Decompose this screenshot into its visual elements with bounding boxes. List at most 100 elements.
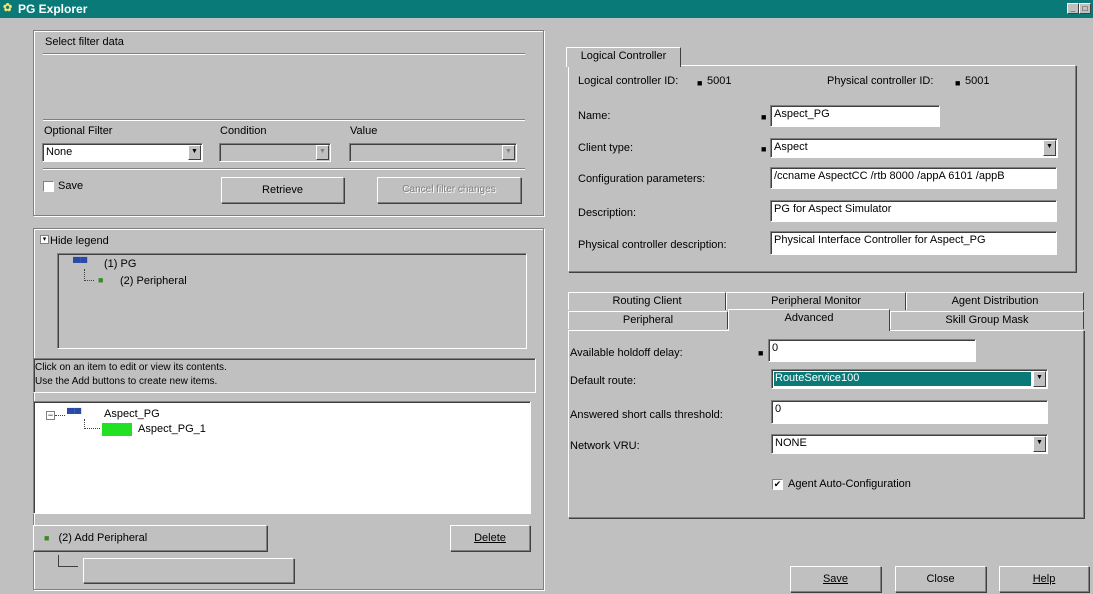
tab-peripheral-monitor[interactable]: Peripheral Monitor <box>726 292 906 310</box>
add-child-button[interactable] <box>83 558 294 583</box>
tree-connector <box>84 419 100 429</box>
chevron-down-icon[interactable]: ▼ <box>1033 371 1046 387</box>
tab-label: Logical Controller <box>580 50 667 62</box>
default-route-value: RouteService100 <box>775 372 860 384</box>
retrieve-button[interactable]: Retrieve <box>221 177 344 203</box>
hide-legend-toggle[interactable]: Hide legend <box>50 235 109 247</box>
tab-label: Skill Group Mask <box>945 314 1029 326</box>
short-calls-field[interactable]: 0 <box>771 400 1048 424</box>
app-icon: ✿ <box>3 2 13 14</box>
legend-item-peripheral: (2) Peripheral <box>120 275 187 287</box>
tab-advanced[interactable]: Advanced <box>728 309 890 331</box>
peripheral-icon <box>102 423 132 436</box>
required-marker-icon: ■ <box>761 112 767 122</box>
name-value: Aspect_PG <box>774 108 830 120</box>
tab-peripheral[interactable]: Peripheral <box>568 311 728 329</box>
save-filter-label: Save <box>58 180 84 192</box>
delete-label: Delete <box>474 532 506 544</box>
tab-routing-client[interactable]: Routing Client <box>568 292 726 310</box>
help-button[interactable]: Help <box>999 566 1089 592</box>
pg-icon: ▀▀ <box>67 409 82 420</box>
tree-connector <box>55 415 65 416</box>
required-marker-icon: ■ <box>761 144 767 154</box>
config-value: /ccname AspectCC /rtb 8000 /appA 6101 /a… <box>774 170 1005 182</box>
chevron-down-icon[interactable]: ▼ <box>316 145 329 160</box>
delete-button[interactable]: Delete <box>450 525 530 551</box>
description-label: Description: <box>578 207 637 219</box>
physical-description-field[interactable]: Physical Interface Controller for Aspect… <box>770 231 1057 255</box>
tab-logical-controller[interactable]: Logical Controller <box>566 47 681 67</box>
minimize-button[interactable]: _ <box>1067 3 1079 14</box>
tab-label: Peripheral <box>622 314 674 326</box>
legend-item-pg: (1) PG <box>104 258 137 270</box>
short-calls-value: 0 <box>775 403 782 415</box>
config-field[interactable]: /ccname AspectCC /rtb 8000 /appA 6101 /a… <box>770 167 1057 189</box>
chevron-down-icon[interactable]: ▼ <box>1033 436 1046 452</box>
collapse-icon[interactable]: ▾ <box>40 235 49 244</box>
required-marker-icon: ■ <box>697 78 703 88</box>
config-label: Configuration parameters: <box>578 173 706 185</box>
holdoff-value: 0 <box>772 342 779 354</box>
value-select[interactable]: ▼ <box>349 143 517 162</box>
default-route-label: Default route: <box>570 375 637 387</box>
add-peripheral-button[interactable]: ■ (2) Add Peripheral <box>33 525 267 551</box>
save-button[interactable]: Save <box>790 566 881 592</box>
divider <box>43 168 525 170</box>
retrieve-label: Retrieve <box>262 184 303 196</box>
peripheral-icon: ■ <box>98 275 104 285</box>
save-label: Save <box>822 573 849 585</box>
tree-item-pg[interactable]: Aspect_PG <box>104 408 160 420</box>
holdoff-label: Available holdoff delay: <box>570 347 683 359</box>
optional-filter-label: Optional Filter <box>44 125 113 137</box>
add-peripheral-label: (2) Add Peripheral <box>58 532 148 544</box>
save-filter-checkbox[interactable] <box>43 181 54 192</box>
physical-description-label: Physical controller description: <box>578 239 727 251</box>
name-field[interactable]: Aspect_PG <box>770 105 940 127</box>
tab-label: Routing Client <box>612 295 682 307</box>
peripheral-icon: ■ <box>44 533 50 543</box>
close-button[interactable]: Close <box>895 566 986 592</box>
required-marker-icon: ■ <box>955 78 961 88</box>
window-title: PG Explorer <box>18 2 88 16</box>
cancel-filter-button[interactable]: Cancel filter changes <box>377 177 521 203</box>
name-label: Name: <box>578 110 611 122</box>
divider <box>43 53 525 55</box>
logical-id-label: Logical controller ID: <box>578 75 679 87</box>
default-route-select[interactable]: RouteService100 ▼ <box>771 369 1048 389</box>
physical-id-value: 5001 <box>965 75 990 87</box>
tab-label: Agent Distribution <box>951 295 1039 307</box>
collapse-icon[interactable]: − <box>46 411 55 420</box>
tab-skill-group-mask[interactable]: Skill Group Mask <box>890 311 1084 329</box>
optional-filter-select[interactable]: None ▼ <box>42 143 203 162</box>
tree-item-peripheral[interactable]: Aspect_PG_1 <box>138 423 206 435</box>
short-calls-label: Answered short calls threshold: <box>570 409 723 421</box>
cancel-filter-label: Cancel filter changes <box>402 184 496 195</box>
tab-label: Peripheral Monitor <box>771 295 861 307</box>
help-line-2: Use the Add buttons to create new items. <box>35 376 218 387</box>
tree-connector <box>58 555 78 567</box>
value-label: Value <box>350 125 378 137</box>
condition-label: Condition <box>220 125 267 137</box>
description-value: PG for Aspect Simulator <box>774 203 892 215</box>
holdoff-field[interactable]: 0 <box>768 339 976 362</box>
agent-auto-config-label: Agent Auto-Configuration <box>788 478 911 490</box>
chevron-down-icon[interactable]: ▼ <box>502 145 515 160</box>
logical-id-value: 5001 <box>707 75 732 87</box>
required-marker-icon: ■ <box>758 348 764 358</box>
client-type-select[interactable]: Aspect ▼ <box>770 138 1058 158</box>
maximize-button[interactable]: □ <box>1079 3 1091 14</box>
close-label: Close <box>926 573 955 585</box>
network-vru-select[interactable]: NONE ▼ <box>771 434 1048 454</box>
tab-agent-distribution[interactable]: Agent Distribution <box>906 292 1084 310</box>
optional-filter-value: None <box>46 146 73 158</box>
chevron-down-icon[interactable]: ▼ <box>188 145 201 160</box>
description-field[interactable]: PG for Aspect Simulator <box>770 200 1057 222</box>
help-line-1: Click on an item to edit or view its con… <box>35 362 227 373</box>
chevron-down-icon[interactable]: ▼ <box>1043 140 1056 156</box>
network-vru-label: Network VRU: <box>570 440 640 452</box>
network-vru-value: NONE <box>775 437 807 449</box>
agent-auto-config-checkbox[interactable]: ✔ <box>772 479 783 490</box>
client-type-value: Aspect <box>774 141 808 153</box>
tab-label: Advanced <box>784 312 834 324</box>
condition-select[interactable]: ▼ <box>219 143 331 162</box>
